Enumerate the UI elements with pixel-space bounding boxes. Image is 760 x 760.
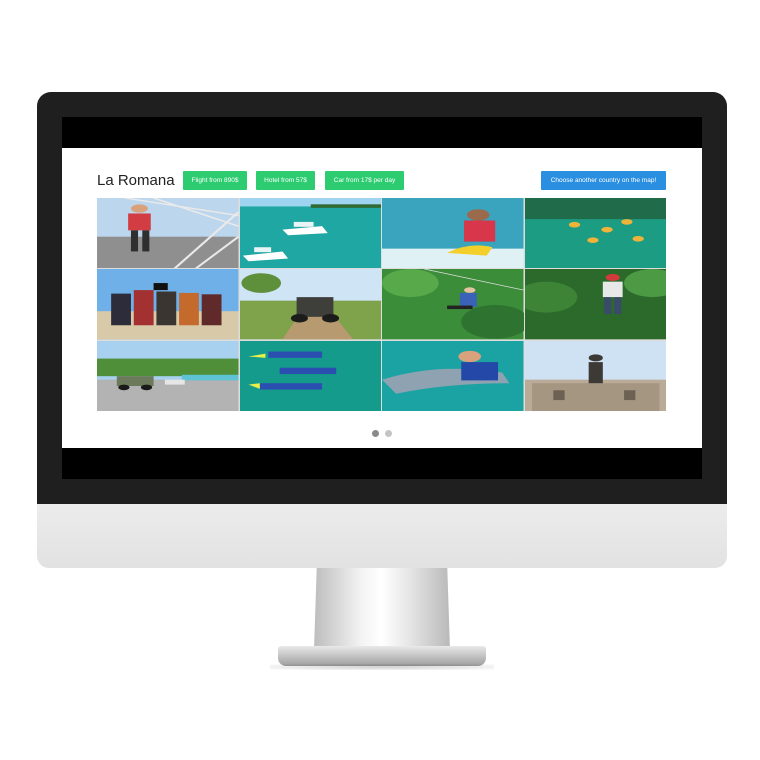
hotel-offer-button[interactable]: Hotel from 57$ [256, 171, 315, 190]
monitor-chin [37, 504, 727, 568]
carousel-dot-2[interactable] [385, 430, 392, 437]
gallery-photo-banana-boat[interactable] [382, 198, 524, 269]
flight-offer-button[interactable]: Flight from 890$ [183, 171, 247, 190]
gallery-photo-buggy[interactable] [239, 269, 381, 340]
monitor-stand-neck [314, 568, 450, 650]
gallery-photo-pirate-show[interactable] [97, 269, 239, 340]
monitor-stand-base [278, 646, 486, 666]
gallery-photo-zipline-jungle[interactable] [382, 269, 524, 340]
gallery-photo-zipline-forest[interactable] [524, 269, 666, 340]
gallery-photo-speedboats[interactable] [239, 198, 381, 269]
gallery-photo-snorkel-aerial[interactable] [524, 198, 666, 269]
carousel-dot-1[interactable] [372, 430, 379, 437]
gallery-photo-dolphin-swim[interactable] [382, 340, 524, 411]
monitor-screen: La Romana Flight from 890$ Hotel from 57… [62, 117, 702, 479]
page-title: La Romana [97, 172, 175, 189]
web-page: La Romana Flight from 890$ Hotel from 57… [62, 148, 702, 448]
gallery-photo-snorkel-divers[interactable] [239, 340, 381, 411]
photo-gallery [97, 198, 666, 411]
choose-country-button[interactable]: Choose another country on the map! [541, 171, 666, 190]
gallery-photo-coastal-road[interactable] [97, 340, 239, 411]
car-offer-button[interactable]: Car from 17$ per day [325, 171, 404, 190]
carousel-dots [62, 430, 702, 437]
gallery-photo-zipline-harness[interactable] [97, 198, 239, 269]
monitor-stand-shadow [270, 664, 494, 670]
gallery-photo-historic-statue[interactable] [524, 340, 666, 411]
